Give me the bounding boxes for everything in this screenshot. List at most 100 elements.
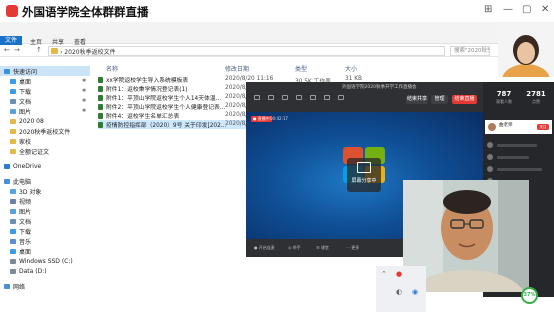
avatar bbox=[487, 166, 493, 172]
folder-icon bbox=[4, 68, 10, 74]
share-status-label: 屏幕分享中 bbox=[351, 178, 377, 184]
live-badge: ● 直播中 bbox=[251, 116, 272, 122]
sidebar-item-label: Data (D:) bbox=[19, 267, 47, 275]
share-screen-icon bbox=[357, 162, 371, 173]
sidebar-item[interactable]: 文档 bbox=[0, 96, 90, 106]
more-button[interactable]: ⋯ 更多 bbox=[346, 245, 359, 251]
screen-share-icon[interactable]: ⊞ bbox=[484, 4, 492, 15]
sidebar-item[interactable]: 家校 bbox=[0, 136, 90, 146]
file-name: 附件1：平顶山学院返校学生个人14天体温... bbox=[106, 96, 222, 102]
sidebar-item-label: 全额记证文 bbox=[19, 148, 50, 156]
sidebar-item[interactable]: 图片 bbox=[0, 206, 90, 216]
sidebar-item[interactable]: Data (D:) bbox=[0, 266, 90, 276]
folder-icon bbox=[10, 238, 16, 244]
tray-expand-icon[interactable]: ⌃ bbox=[381, 270, 387, 278]
host-avatar bbox=[488, 123, 496, 131]
follow-button[interactable]: 关注 bbox=[537, 124, 549, 130]
stream-title: 外国语学院全体群群直播 bbox=[22, 5, 149, 19]
file-name: 疫情防控指挥部（2020）9号 关于印发[202... bbox=[106, 123, 227, 129]
sidebar-item-label: 2020 08 bbox=[19, 117, 44, 125]
whiteboard-icon[interactable] bbox=[310, 95, 316, 100]
share-window-title: 外国语学院2020秋季开学工作直播会 bbox=[342, 85, 417, 90]
like-count-value: 2781 bbox=[526, 90, 546, 98]
volume-icon[interactable]: ◐ bbox=[396, 288, 402, 296]
sidebar-item[interactable]: OneDrive bbox=[0, 161, 90, 171]
folder-icon bbox=[10, 148, 16, 154]
camera-icon[interactable] bbox=[254, 95, 260, 100]
end-live-button[interactable]: 结束直播 bbox=[452, 95, 477, 104]
sidebar-item[interactable]: Windows SSD (C:) bbox=[0, 256, 90, 266]
folder-icon bbox=[10, 128, 16, 134]
pin-icon[interactable]: ✱ bbox=[82, 98, 86, 104]
app-tray-icon[interactable]: ◉ bbox=[412, 288, 418, 296]
live-timer: 00:42:17 bbox=[270, 116, 288, 121]
close-button[interactable]: ✕ bbox=[541, 4, 549, 15]
stop-share-button[interactable]: 结束共享 bbox=[406, 95, 428, 104]
cpu-usage-badge[interactable]: 37% bbox=[521, 287, 538, 304]
ribbon-file-tab[interactable]: 文件 bbox=[0, 36, 22, 45]
sidebar-item-label: 下载 bbox=[19, 228, 32, 236]
window-icon[interactable] bbox=[296, 95, 302, 100]
sidebar-item[interactable]: 下载 bbox=[0, 226, 90, 236]
live-app-icon[interactable]: ● bbox=[396, 270, 402, 278]
back-button[interactable]: ← bbox=[4, 46, 10, 54]
classroom-button[interactable]: ☰ 课堂 bbox=[316, 245, 329, 251]
sidebar-item[interactable]: 此电脑 bbox=[0, 176, 90, 186]
file-name: 附件4：返校学生名单汇总表 bbox=[106, 114, 180, 120]
system-tray-popup: ⌃ ● ◐ ◉ bbox=[376, 266, 426, 312]
pen-icon[interactable] bbox=[324, 95, 330, 100]
sidebar-item-label: 文档 bbox=[19, 98, 32, 106]
document-icon bbox=[98, 94, 103, 101]
sidebar-item[interactable]: 下载 bbox=[0, 86, 90, 96]
document-icon bbox=[98, 112, 103, 119]
chat-message bbox=[487, 152, 529, 162]
sidebar-item-label: 网络 bbox=[13, 283, 26, 291]
column-header-name[interactable]: 名称 bbox=[106, 64, 118, 73]
folder-icon bbox=[10, 88, 16, 94]
file-modified: 2020/8/ bbox=[225, 121, 248, 127]
search-input[interactable]: 搜索"2020秋季返校文件" bbox=[450, 46, 490, 56]
folder-icon bbox=[10, 268, 16, 274]
screen-icon[interactable] bbox=[282, 95, 288, 100]
host-card[interactable]: 曲老师 关注 bbox=[485, 120, 552, 134]
sidebar-item[interactable]: 音乐 bbox=[0, 236, 90, 246]
settings-icon[interactable] bbox=[338, 95, 344, 100]
sidebar-item[interactable]: 3D 对象 bbox=[0, 186, 90, 196]
folder-icon bbox=[10, 228, 16, 234]
manage-button[interactable]: 管理 bbox=[431, 95, 448, 104]
column-header-type[interactable]: 类型 bbox=[295, 64, 307, 73]
like-count: 2781 点赞 bbox=[521, 90, 551, 105]
column-header-size[interactable]: 大小 bbox=[345, 64, 357, 73]
folder-icon bbox=[10, 198, 16, 204]
file-name: 附件1：返校秉学情况登记表(1) bbox=[106, 87, 188, 93]
pin-icon[interactable]: ✱ bbox=[82, 108, 86, 114]
up-button[interactable]: ↑ bbox=[36, 46, 42, 54]
pin-icon[interactable]: ✱ bbox=[82, 78, 86, 84]
mic-link-button[interactable]: ● 开启连麦 bbox=[254, 245, 275, 251]
forward-button[interactable]: → bbox=[14, 46, 20, 54]
sidebar-item[interactable]: 文档 bbox=[0, 216, 90, 226]
sidebar-item[interactable]: 视频 bbox=[0, 196, 90, 206]
sidebar-item[interactable]: 网络 bbox=[0, 281, 90, 291]
minimize-button[interactable]: — bbox=[503, 4, 513, 15]
maximize-button[interactable]: ▢ bbox=[522, 4, 531, 15]
microphone-icon[interactable] bbox=[268, 95, 274, 100]
status-bar bbox=[0, 300, 376, 312]
column-header-modified[interactable]: 修改日期 bbox=[225, 64, 249, 73]
sidebar-item-label: 图片 bbox=[19, 208, 32, 216]
sidebar-item[interactable]: 2020 08 bbox=[0, 116, 90, 126]
chat-text-placeholder bbox=[497, 155, 529, 159]
chat-text-placeholder bbox=[497, 143, 537, 147]
pin-icon[interactable]: ✱ bbox=[82, 88, 86, 94]
folder-icon bbox=[10, 258, 16, 264]
sidebar-item[interactable]: 快速访问 bbox=[0, 66, 90, 76]
folder-icon bbox=[51, 48, 58, 54]
hand-raise-button[interactable]: ◎ 举手 bbox=[288, 245, 301, 251]
sidebar-item[interactable]: 桌面 bbox=[0, 76, 90, 86]
sidebar-item[interactable]: 全额记证文 bbox=[0, 146, 90, 156]
sidebar-item[interactable]: 图片 bbox=[0, 106, 90, 116]
sidebar-item[interactable]: 2020秋季返校文件 bbox=[0, 126, 90, 136]
sidebar-item-label: 此电脑 bbox=[13, 178, 32, 186]
sidebar-item[interactable]: 桌面 bbox=[0, 246, 90, 256]
webcam-small bbox=[498, 22, 554, 77]
